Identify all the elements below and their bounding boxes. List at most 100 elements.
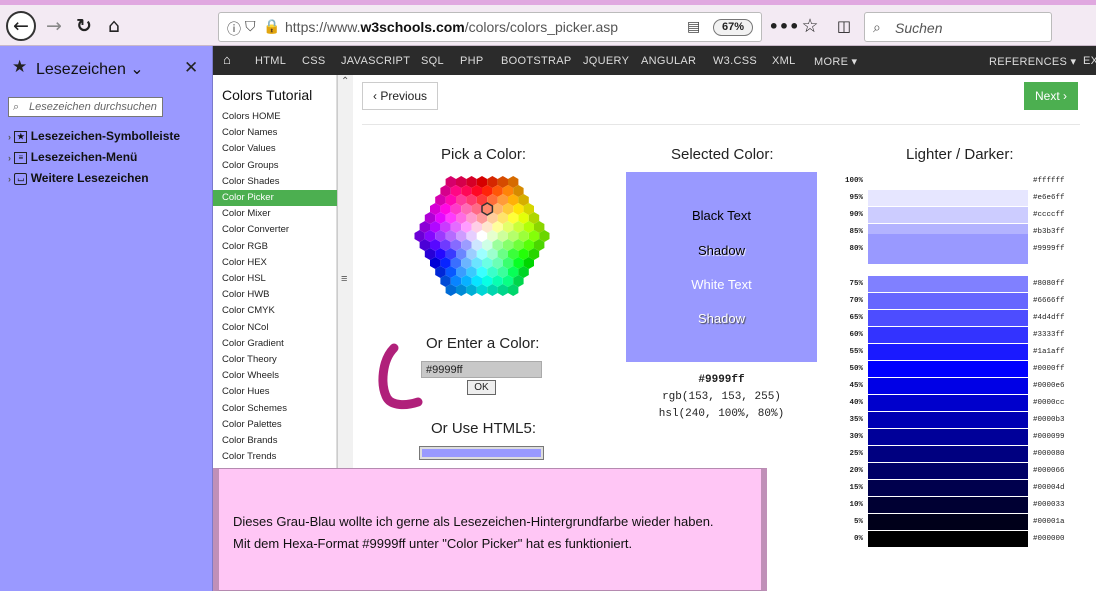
shade-row: 75% #8080ff (843, 276, 1096, 292)
tutorial-item[interactable]: Color Theory (213, 352, 337, 368)
drag-handle-icon[interactable]: ≡ (341, 273, 347, 285)
bookmark-folder-menu[interactable]: › ≡ Lesezeichen-Menü (8, 150, 137, 168)
lock-icon[interactable]: 🔒 (263, 19, 280, 35)
shade-swatch[interactable] (868, 463, 1028, 479)
nav-references[interactable]: REFERENCES ▾ (989, 55, 1076, 68)
home-button[interactable]: ⌂ (100, 12, 128, 40)
tutorial-item[interactable]: Color Gradient (213, 336, 337, 352)
tutorial-item[interactable]: Color NCol (213, 320, 337, 336)
shade-percent: 95% (849, 194, 863, 202)
page-actions-button[interactable]: ••• (769, 12, 800, 40)
previous-button[interactable]: ‹ Previous (362, 82, 439, 110)
tutorial-item[interactable]: Color Palettes (213, 417, 337, 433)
shade-row: 15% #00004d (843, 480, 1096, 496)
tracking-shield-icon[interactable]: ⛉ (245, 19, 256, 35)
tutorial-item[interactable]: Color Converter (213, 222, 337, 238)
bookmark-folder-toolbar[interactable]: › ★ Lesezeichen-Symbolleiste (8, 129, 180, 147)
close-icon[interactable]: ✕ (184, 58, 198, 78)
tutorial-item[interactable]: Color Mixer (213, 206, 337, 222)
nav-html[interactable]: HTML (255, 55, 286, 67)
tutorial-item[interactable]: Color RGB (213, 239, 337, 255)
shade-swatch[interactable] (868, 190, 1028, 206)
shade-swatch[interactable] (868, 293, 1028, 309)
selected-color-heading: Selected Color: (671, 146, 774, 163)
shade-swatch[interactable] (868, 310, 1028, 326)
shade-percent: 25% (849, 450, 863, 458)
tutorial-item[interactable]: Color Values (213, 141, 337, 157)
note-line-1: Dieses Grau-Blau wollte ich gerne als Le… (233, 514, 714, 529)
shade-swatch[interactable] (868, 378, 1028, 394)
shade-swatch[interactable] (868, 276, 1028, 292)
shade-percent: 80% (849, 245, 863, 253)
tutorial-item[interactable]: Color Trends (213, 449, 337, 465)
shade-swatch[interactable] (868, 480, 1028, 496)
shade-swatch[interactable] (868, 327, 1028, 343)
shade-swatch[interactable] (868, 497, 1028, 513)
info-icon[interactable]: ⓘ (227, 19, 241, 39)
nav-php[interactable]: PHP (460, 55, 484, 67)
tutorial-item[interactable]: Color Schemes (213, 401, 337, 417)
tutorial-item[interactable]: Color Wheels (213, 368, 337, 384)
tutorial-item[interactable]: Color Picker (213, 190, 337, 206)
reload-button[interactable]: ↻ (70, 12, 98, 40)
shade-swatch[interactable] (868, 446, 1028, 462)
url-text[interactable]: https://www.w3schools.com/colors/colors_… (285, 19, 618, 35)
shade-percent: 60% (849, 331, 863, 339)
shade-swatch[interactable] (868, 207, 1028, 223)
shade-swatch[interactable] (868, 234, 1028, 264)
tutorial-item[interactable]: Color Names (213, 125, 337, 141)
shade-swatch[interactable] (868, 173, 1028, 189)
tutorial-item[interactable]: Color CMYK (213, 303, 337, 319)
nav-sql[interactable]: SQL (421, 55, 444, 67)
shade-swatch[interactable] (868, 531, 1028, 547)
sidebar-title[interactable]: Lesezeichen ⌄ (36, 59, 144, 79)
nav-jquery[interactable]: JQUERY (583, 55, 629, 67)
nav-angular[interactable]: ANGULAR (641, 55, 696, 67)
shade-swatch[interactable] (868, 429, 1028, 445)
star-icon: ★ (12, 57, 28, 77)
menu-scrollbar[interactable]: ⌃ ≡ (337, 75, 353, 470)
zoom-badge[interactable]: 67% (713, 19, 753, 36)
home-icon[interactable]: ⌂ (223, 52, 231, 67)
back-button[interactable]: ← (6, 11, 36, 41)
shade-swatch[interactable] (868, 412, 1028, 428)
shade-row: 100% #ffffff (843, 173, 1096, 189)
nav-xml[interactable]: XML (772, 55, 796, 67)
shade-swatch[interactable] (868, 361, 1028, 377)
bookmark-star-button[interactable]: ☆ (796, 12, 824, 40)
nav-css[interactable]: CSS (302, 55, 326, 67)
search-field[interactable]: ⌕ Suchen (864, 12, 1052, 42)
html5-color-input[interactable] (419, 446, 544, 460)
shade-percent: 35% (849, 416, 863, 424)
forward-button[interactable]: → (40, 12, 68, 40)
shade-swatch[interactable] (868, 514, 1028, 530)
shade-swatch[interactable] (868, 344, 1028, 360)
tutorial-item[interactable]: Color Brands (213, 433, 337, 449)
tutorial-item[interactable]: Colors HOME (213, 109, 337, 125)
shadow-sample-dark: Shadow (698, 243, 745, 258)
tutorial-item[interactable]: Color HEX (213, 255, 337, 271)
reader-view-icon[interactable]: ▤ (687, 19, 700, 35)
sidebar-toggle-button[interactable]: ◫ (830, 12, 858, 40)
color-input[interactable]: #9999ff (421, 361, 542, 378)
tutorial-item[interactable]: Color Shades (213, 174, 337, 190)
nav-exercises[interactable]: EX (1083, 55, 1096, 67)
nav-javascript[interactable]: JAVASCRIPT (341, 55, 410, 67)
nav-w3css[interactable]: W3.CSS (713, 55, 757, 67)
color-hexagon-picker[interactable] (402, 168, 562, 304)
tutorial-item[interactable]: Color Hues (213, 384, 337, 400)
shade-swatch[interactable] (868, 395, 1028, 411)
next-button[interactable]: Next › (1024, 82, 1079, 110)
nav-more[interactable]: MORE ▾ (814, 55, 857, 68)
tutorial-item[interactable]: Color HSL (213, 271, 337, 287)
tutorial-item[interactable]: Color Groups (213, 158, 337, 174)
url-bar[interactable]: ⓘ ⛉ 🔒 https://www.w3schools.com/colors/c… (218, 12, 762, 42)
chevron-up-icon[interactable]: ⌃ (341, 76, 349, 87)
bookmarks-search-input[interactable]: ⌕ Lesezeichen durchsuchen (8, 97, 163, 117)
shade-hex: #000000 (1033, 535, 1065, 543)
nav-bootstrap[interactable]: BOOTSTRAP (501, 55, 572, 67)
bookmark-folder-other[interactable]: › ⌴ Weitere Lesezeichen (8, 171, 149, 189)
tutorial-item[interactable]: Color HWB (213, 287, 337, 303)
ok-button[interactable]: OK (467, 380, 496, 395)
annotation-note: Dieses Grau-Blau wollte ich gerne als Le… (213, 468, 767, 591)
